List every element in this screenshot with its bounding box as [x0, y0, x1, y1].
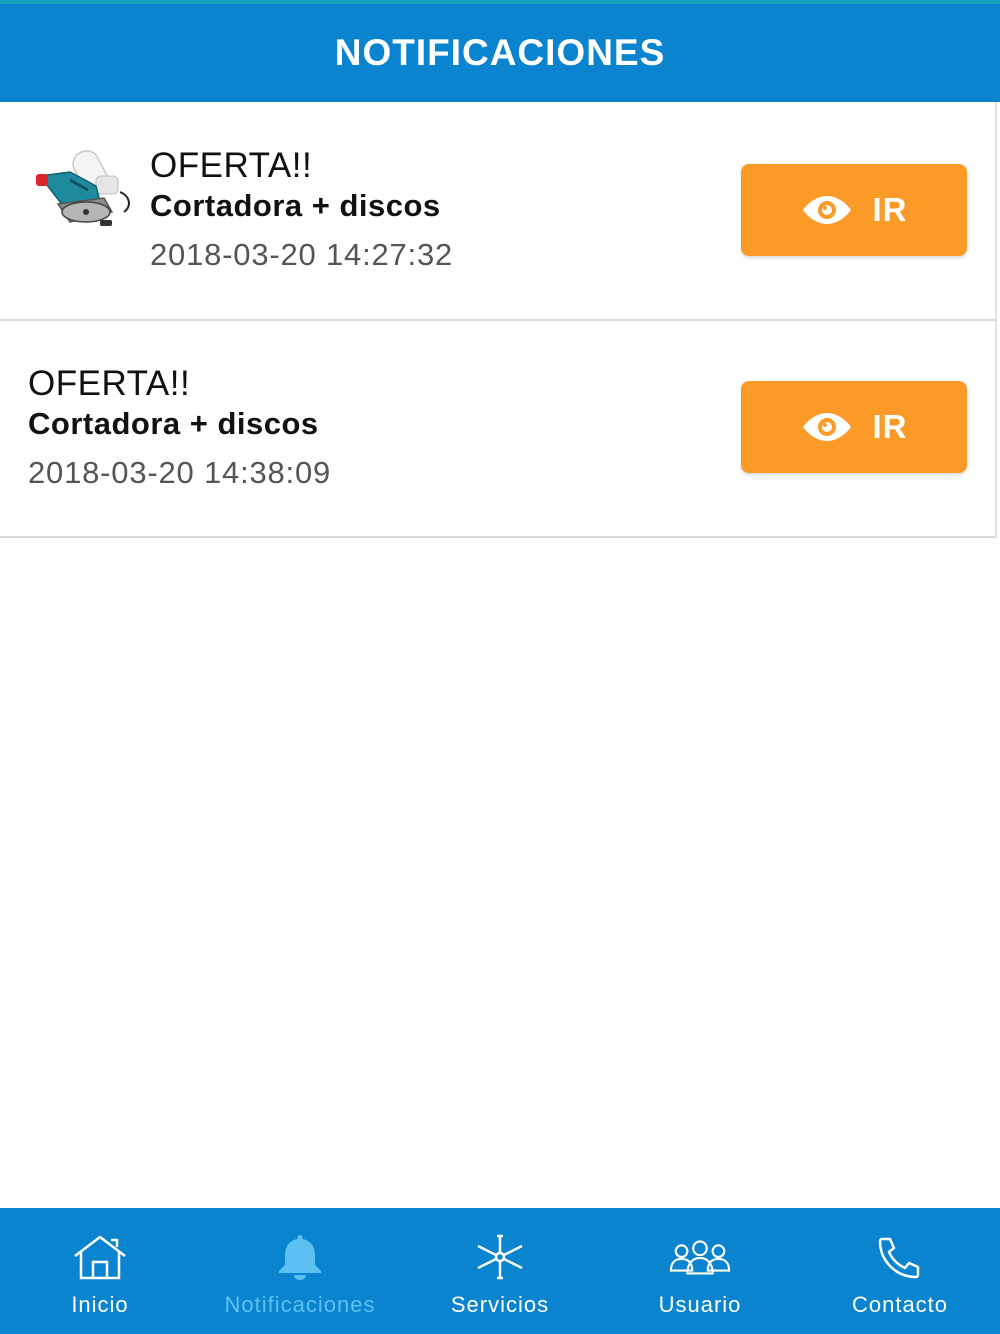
go-button[interactable]: IR [741, 381, 967, 473]
nav-label: Contacto [851, 1292, 949, 1317]
go-button-label: IR [872, 191, 908, 228]
nav-label: Usuario [658, 1292, 742, 1317]
nav-item-usuario[interactable]: Usuario [600, 1208, 800, 1334]
notification-title: OFERTA!! [28, 364, 191, 403]
nav-item-contacto[interactable]: Contacto [800, 1208, 1000, 1334]
users-icon [668, 1232, 732, 1282]
nav-label: Inicio [71, 1292, 129, 1317]
eye-icon [802, 413, 851, 441]
nav-label: Notificaciones [224, 1292, 376, 1317]
circular-saw-product-image [36, 150, 130, 226]
go-button[interactable]: IR [741, 164, 967, 256]
phone-icon [868, 1232, 932, 1282]
nav-item-inicio[interactable]: Inicio [0, 1208, 200, 1334]
app-screen: NOTIFICACIONES OFERTA!! Cortadora + disc… [0, 0, 1000, 1334]
bottom-navigation: Inicio Notificaciones Servicios Usuario … [0, 1208, 1000, 1334]
notification-content: OFERTA!! Cortadora + discos 2018-03-20 1… [150, 146, 453, 280]
notification-card: OFERTA!! Cortadora + discos 2018-03-20 1… [0, 321, 997, 538]
home-icon [68, 1232, 132, 1282]
notification-list: OFERTA!! Cortadora + discos 2018-03-20 1… [0, 102, 997, 538]
asterisk-icon [468, 1232, 532, 1282]
page-title: NOTIFICACIONES [334, 32, 666, 73]
notification-title: OFERTA!! [150, 146, 313, 185]
notification-date: 2018-03-20 14:38:09 [28, 455, 332, 490]
eye-icon [802, 196, 851, 224]
nav-item-servicios[interactable]: Servicios [400, 1208, 600, 1334]
notification-subtitle: Cortadora + discos [150, 188, 441, 223]
notification-subtitle: Cortadora + discos [28, 406, 319, 441]
nav-item-notificaciones[interactable]: Notificaciones [200, 1208, 400, 1334]
notification-card: OFERTA!! Cortadora + discos 2018-03-20 1… [0, 102, 997, 321]
notification-date: 2018-03-20 14:27:32 [150, 237, 454, 272]
bell-icon [268, 1232, 332, 1282]
top-app-bar: NOTIFICACIONES [0, 0, 1000, 102]
go-button-label: IR [872, 408, 908, 445]
notification-content: OFERTA!! Cortadora + discos 2018-03-20 1… [28, 364, 331, 498]
nav-label: Servicios [450, 1292, 550, 1317]
